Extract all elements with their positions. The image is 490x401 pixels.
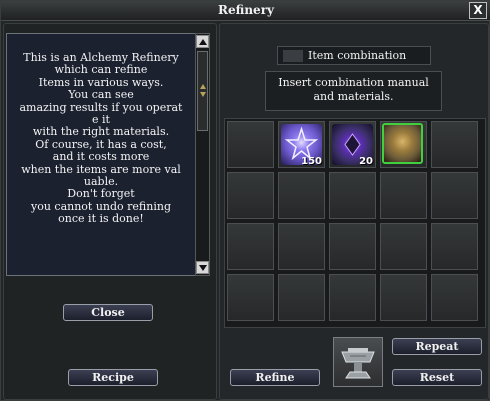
result-slot[interactable] xyxy=(333,337,383,387)
instruction-box: Insert combination manual and materials. xyxy=(265,71,442,111)
grid-slot[interactable]: 150 xyxy=(278,121,325,168)
close-button[interactable]: Close xyxy=(63,304,153,321)
arrow-down-icon xyxy=(199,265,207,271)
reset-button[interactable]: Reset xyxy=(392,369,482,386)
grid-slot[interactable] xyxy=(431,121,478,168)
description-line: and it costs more xyxy=(52,150,150,164)
grid-slot[interactable] xyxy=(227,223,274,270)
grid-slot[interactable] xyxy=(329,172,376,219)
grid-slot[interactable] xyxy=(278,172,325,219)
grid-slot[interactable] xyxy=(278,223,325,270)
item-combination-text: Item combination xyxy=(308,49,407,62)
grid-slot[interactable] xyxy=(227,121,274,168)
grid-slot[interactable] xyxy=(380,172,427,219)
grid-slot[interactable] xyxy=(329,274,376,321)
window-title: Refinery xyxy=(218,3,274,17)
refine-button[interactable]: Refine xyxy=(230,369,320,386)
combination-swatch xyxy=(283,50,303,62)
grid-slot[interactable] xyxy=(380,274,427,321)
grid-slot[interactable] xyxy=(227,172,274,219)
arrow-up-icon xyxy=(199,39,207,45)
item-combination-label: Item combination xyxy=(277,46,431,65)
item-count: 20 xyxy=(359,156,373,167)
scroll-thumb[interactable] xyxy=(197,51,208,131)
grid-slot[interactable] xyxy=(431,223,478,270)
description-line: once it is done! xyxy=(58,212,144,226)
close-window-button[interactable]: X xyxy=(469,2,487,19)
description-line: Don't forget xyxy=(67,187,135,201)
grip-up-icon xyxy=(200,84,206,89)
description-line: which can refine xyxy=(54,63,148,77)
grid-slot[interactable] xyxy=(380,121,427,168)
grid-slot[interactable] xyxy=(380,223,427,270)
recipe-button[interactable]: Recipe xyxy=(68,369,158,386)
description-box: This is an Alchemy Refinery which can re… xyxy=(6,33,196,276)
instruction-line: and materials. xyxy=(313,90,394,103)
title-bar[interactable]: Refinery X xyxy=(1,1,490,21)
scroll-up-button[interactable] xyxy=(196,35,209,48)
description-line: You can see xyxy=(68,88,134,102)
armor-piece-icon xyxy=(382,123,423,164)
grip-down-icon xyxy=(200,92,206,97)
description-line: with the right materials. xyxy=(32,125,170,139)
item-count: 150 xyxy=(301,156,322,167)
grid-slot[interactable] xyxy=(431,274,478,321)
grid-slot[interactable]: 20 xyxy=(329,121,376,168)
brazier-icon xyxy=(341,348,375,379)
grid-slot[interactable] xyxy=(227,274,274,321)
grid-slot[interactable] xyxy=(329,223,376,270)
item-grid: 150 20 xyxy=(224,118,486,328)
instruction-line: Insert combination manual xyxy=(278,76,429,89)
repeat-button[interactable]: Repeat xyxy=(392,338,482,355)
scroll-down-button[interactable] xyxy=(196,261,209,274)
description-scrollbar[interactable] xyxy=(195,33,210,276)
grid-slot[interactable] xyxy=(431,172,478,219)
refinery-window: Refinery X This is an Alchemy Refinery w… xyxy=(0,0,490,401)
grid-slot[interactable] xyxy=(278,274,325,321)
